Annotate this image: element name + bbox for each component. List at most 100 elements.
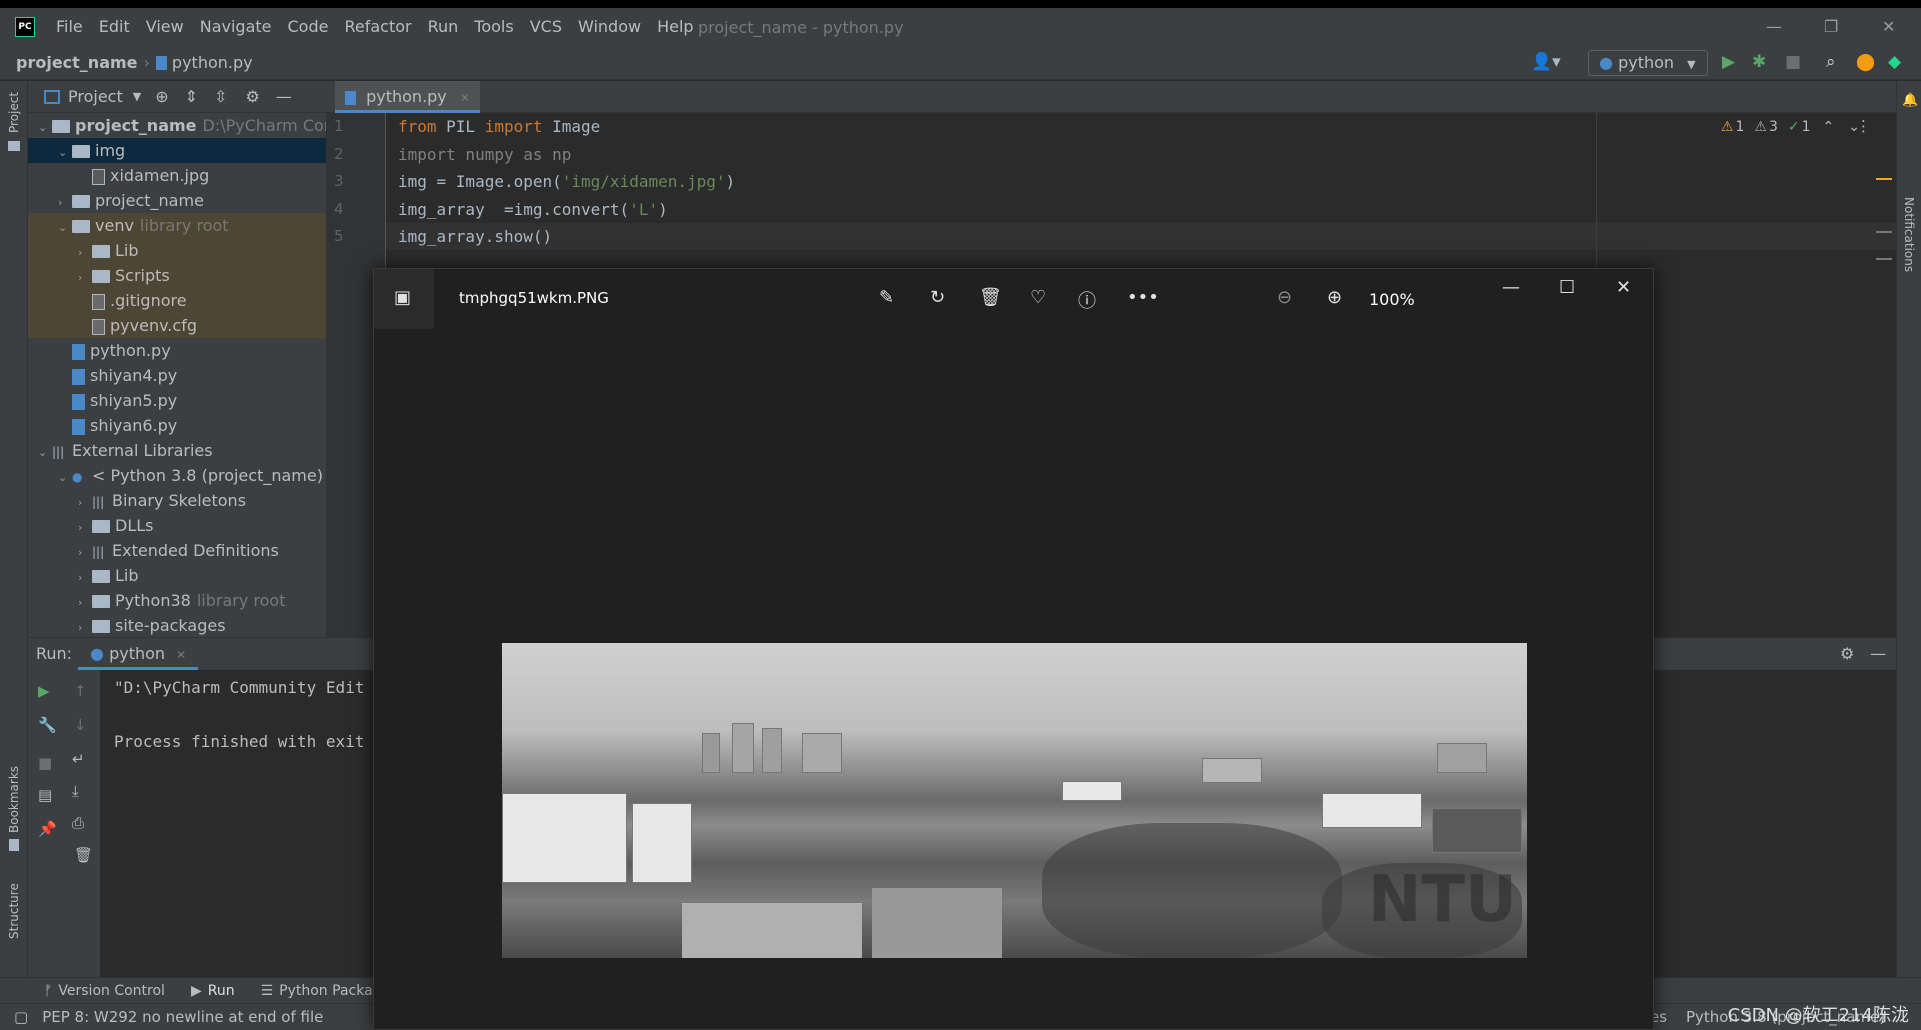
code-line[interactable]: img_array =img.convert('L') bbox=[398, 196, 735, 224]
run-icon[interactable]: ▶ bbox=[1722, 52, 1735, 72]
chevron-right-icon[interactable]: › bbox=[78, 265, 92, 288]
tree-item[interactable]: ⌄ img bbox=[28, 138, 326, 163]
trash-icon[interactable]: 🗑 bbox=[74, 846, 93, 864]
tree-item[interactable]: xidamen.jpg bbox=[28, 163, 326, 188]
chevron-down-icon[interactable]: ⌄ bbox=[58, 215, 72, 238]
restore-icon[interactable]: ❐ bbox=[1824, 17, 1838, 36]
zoom-out-icon[interactable]: ⊖ bbox=[1277, 287, 1292, 308]
gear-icon[interactable]: ⚙ bbox=[245, 87, 259, 106]
tree-item[interactable]: python.py bbox=[28, 338, 326, 363]
expand-all-icon[interactable]: ⇕ bbox=[185, 87, 198, 106]
run-tab-python[interactable]: ● python ✕ bbox=[78, 638, 199, 670]
zoom-level[interactable]: 100% bbox=[1369, 290, 1415, 309]
stop-icon[interactable]: ■ bbox=[1785, 52, 1801, 72]
close-icon[interactable]: ✕ bbox=[1616, 277, 1631, 298]
code-line[interactable]: import numpy as np bbox=[398, 141, 735, 169]
tree-item[interactable]: shiyan6.py bbox=[28, 413, 326, 438]
soft-wrap-icon[interactable]: ↵ bbox=[72, 750, 85, 768]
project-view-label[interactable]: Project bbox=[68, 87, 123, 106]
toggle-tool-windows-icon[interactable]: ▢ bbox=[14, 1008, 28, 1026]
bookmark-icon[interactable] bbox=[9, 839, 19, 851]
jetbrains-icon[interactable]: ◆ bbox=[1888, 52, 1901, 72]
delete-icon[interactable]: 🗑 bbox=[979, 287, 1002, 308]
tree-item[interactable]: › DLLs bbox=[28, 513, 326, 538]
chevron-right-icon[interactable]: › bbox=[78, 490, 92, 513]
hide-panel-icon[interactable]: — bbox=[276, 87, 292, 106]
more-icon[interactable]: ••• bbox=[1127, 287, 1159, 308]
chevron-right-icon[interactable]: › bbox=[78, 590, 92, 613]
chevron-right-icon[interactable]: › bbox=[78, 240, 92, 263]
chevron-up-icon[interactable]: ⌃ bbox=[1823, 119, 1835, 135]
tree-item[interactable]: ⌄ venv library root bbox=[28, 213, 326, 238]
breadcrumb-project[interactable]: project_name bbox=[16, 53, 138, 72]
menu-file[interactable]: File bbox=[56, 17, 83, 36]
close-tab-icon[interactable]: ✕ bbox=[176, 648, 186, 662]
tree-item[interactable]: ⌄ ● < Python 3.8 (project_name) > bbox=[28, 463, 326, 488]
tree-item[interactable]: › project_name bbox=[28, 188, 326, 213]
bottom-tab-run[interactable]: Run bbox=[208, 983, 235, 999]
more-options-icon[interactable]: ⋮ bbox=[1856, 117, 1871, 135]
menu-help[interactable]: Help bbox=[657, 17, 693, 36]
rerun-icon[interactable]: ▶ bbox=[38, 682, 50, 700]
hide-panel-icon[interactable]: — bbox=[1870, 644, 1886, 663]
wrench-icon[interactable]: 🔧 bbox=[38, 716, 57, 734]
inspection-widget[interactable]: ⚠ 1 ⚠ 3 ✓ 1 ⌃ ⌄ bbox=[1721, 119, 1860, 135]
tree-item[interactable]: › Python38 library root bbox=[28, 588, 326, 613]
breadcrumb-file[interactable]: python.py bbox=[172, 53, 253, 72]
print-icon[interactable]: ⎙ bbox=[72, 814, 84, 832]
stop-icon[interactable]: ■ bbox=[38, 754, 52, 772]
chevron-right-icon[interactable]: › bbox=[58, 190, 72, 213]
menu-edit[interactable]: Edit bbox=[99, 17, 130, 36]
zoom-in-icon[interactable]: ⊕ bbox=[1327, 287, 1342, 308]
layout-icon[interactable]: ▤ bbox=[38, 786, 52, 804]
tree-item[interactable]: shiyan5.py bbox=[28, 388, 326, 413]
gear-icon[interactable]: ⚙ bbox=[1840, 644, 1854, 663]
menu-window[interactable]: Window bbox=[578, 17, 641, 36]
tree-item[interactable]: .gitignore bbox=[28, 288, 326, 313]
chevron-down-icon[interactable]: ⌄ bbox=[58, 465, 72, 488]
menu-refactor[interactable]: Refactor bbox=[344, 17, 411, 36]
chevron-down-icon[interactable]: ⌄ bbox=[38, 115, 52, 138]
locate-icon[interactable]: ⊕ bbox=[155, 87, 168, 106]
bookmarks-tool-label[interactable]: Bookmarks bbox=[7, 766, 21, 833]
favorite-icon[interactable]: ♡ bbox=[1030, 287, 1046, 308]
structure-tool-label[interactable]: Structure bbox=[7, 883, 21, 939]
close-tab-icon[interactable]: ✕ bbox=[460, 91, 470, 105]
tree-item[interactable]: › site-packages bbox=[28, 613, 326, 638]
project-tool-label[interactable]: Project bbox=[7, 92, 21, 133]
chevron-down-icon[interactable]: ⌄ bbox=[38, 440, 52, 463]
tree-item[interactable]: › Scripts bbox=[28, 263, 326, 288]
code-line[interactable]: img = Image.open('img/xidamen.jpg') bbox=[398, 168, 735, 196]
code-content[interactable]: from PIL import Image import numpy as np i… bbox=[398, 113, 735, 251]
bottom-tab-python-packages[interactable]: Python Packag bbox=[279, 983, 381, 999]
run-config-select[interactable]: ● python ▼ bbox=[1588, 50, 1708, 76]
status-message[interactable]: PEP 8: W292 no newline at end of file bbox=[42, 1008, 323, 1026]
chevron-right-icon[interactable]: › bbox=[78, 540, 92, 563]
run-output[interactable]: "D:\PyCharm Community Edit Process finis… bbox=[114, 678, 364, 759]
update-icon[interactable]: ⬤ bbox=[1856, 52, 1875, 72]
chevron-right-icon[interactable]: › bbox=[78, 515, 92, 538]
menu-tools[interactable]: Tools bbox=[474, 17, 513, 36]
notifications-icon[interactable]: 🔔 bbox=[1902, 93, 1918, 108]
collapse-all-icon[interactable]: ⇳ bbox=[214, 87, 227, 106]
tree-item[interactable]: › ||| Binary Skeletons bbox=[28, 488, 326, 513]
minimize-icon[interactable]: — bbox=[1502, 277, 1520, 298]
bottom-tab-version-control[interactable]: Version Control bbox=[58, 983, 165, 999]
chevron-down-icon[interactable]: ⌄ bbox=[58, 140, 72, 163]
menu-navigate[interactable]: Navigate bbox=[200, 17, 272, 36]
user-icon[interactable]: 👤▾ bbox=[1531, 52, 1561, 72]
tab-python-py[interactable]: python.py ✕ bbox=[335, 81, 480, 113]
code-line[interactable]: from PIL import Image bbox=[398, 113, 735, 141]
debug-icon[interactable]: ✱ bbox=[1752, 52, 1766, 72]
folder-icon[interactable] bbox=[8, 141, 20, 151]
tree-item[interactable]: › Lib bbox=[28, 238, 326, 263]
chevron-down-icon[interactable]: ▼ bbox=[133, 90, 141, 103]
chevron-right-icon[interactable]: › bbox=[78, 565, 92, 588]
close-icon[interactable]: ✕ bbox=[1882, 17, 1895, 36]
menu-code[interactable]: Code bbox=[288, 17, 329, 36]
menu-view[interactable]: View bbox=[146, 17, 184, 36]
tree-item[interactable]: ⌄ project_name D:\PyCharm Comm bbox=[28, 113, 326, 138]
tree-item[interactable]: shiyan4.py bbox=[28, 363, 326, 388]
tree-item[interactable]: › Lib bbox=[28, 563, 326, 588]
search-icon[interactable]: ⌕ bbox=[1826, 52, 1836, 72]
